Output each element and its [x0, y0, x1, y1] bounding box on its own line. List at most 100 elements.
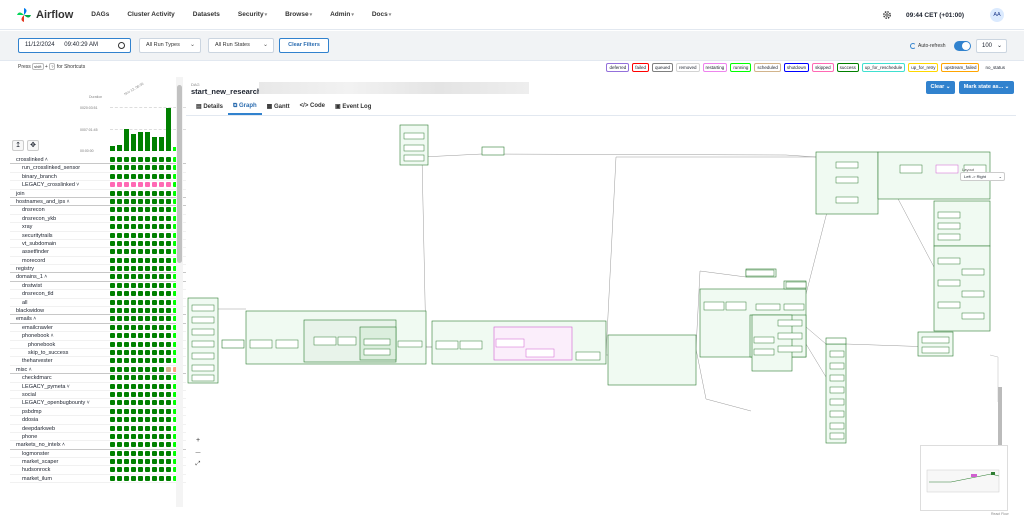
task-instance-cell[interactable]	[145, 274, 150, 280]
task-instance-cell[interactable]	[117, 408, 122, 414]
task-instance-cell[interactable]	[152, 459, 157, 465]
task-instance-cell[interactable]	[145, 450, 150, 456]
task-instance-cell[interactable]	[145, 291, 150, 297]
fit-view-button[interactable]: ⤢	[192, 459, 204, 470]
task-instance-cell[interactable]	[166, 383, 171, 389]
task-instance-cell[interactable]	[152, 266, 157, 272]
task-instance-cell[interactable]	[117, 375, 122, 381]
task-instance-cell[interactable]	[166, 408, 171, 414]
task-instance-cell[interactable]	[138, 433, 143, 439]
task-row[interactable]: ddosia	[10, 416, 186, 425]
task-instance-cell[interactable]	[159, 425, 164, 431]
task-instance-cell[interactable]	[110, 459, 115, 465]
task-instance-cell[interactable]	[124, 383, 129, 389]
task-instance-cell[interactable]	[110, 165, 115, 171]
task-instance-cell[interactable]	[138, 425, 143, 431]
task-instance-cell[interactable]	[131, 391, 136, 397]
task-instance-cell[interactable]	[110, 266, 115, 272]
task-instance-cell[interactable]	[110, 157, 115, 162]
task-instance-cell[interactable]	[138, 266, 143, 272]
task-row[interactable]: crosslinked ˄	[10, 156, 186, 165]
task-instance-cell[interactable]	[110, 282, 115, 288]
task-instance-cell[interactable]	[110, 316, 115, 322]
task-instance-cell[interactable]	[152, 375, 157, 381]
task-instance-cell[interactable]	[159, 274, 164, 280]
task-instance-cell[interactable]	[166, 266, 171, 272]
task-instance-cell[interactable]	[159, 475, 164, 481]
task-instance-cell[interactable]	[131, 299, 136, 305]
task-instance-cell[interactable]	[110, 207, 115, 213]
task-instance-cell[interactable]	[159, 282, 164, 288]
task-row[interactable]: domains_1 ˄	[10, 273, 186, 282]
tab-code[interactable]: </> Code	[295, 100, 330, 115]
user-avatar[interactable]: AA	[990, 8, 1004, 22]
clock-time[interactable]: 09:44 CET (+01:00)	[906, 12, 964, 19]
task-instance-cell[interactable]	[124, 282, 129, 288]
task-instance-cell[interactable]	[138, 450, 143, 456]
task-instance-cell[interactable]	[152, 215, 157, 221]
task-row[interactable]: misc ˄	[10, 366, 186, 375]
task-instance-cell[interactable]	[152, 433, 157, 439]
task-instance-cell[interactable]	[166, 459, 171, 465]
task-instance-cell[interactable]	[110, 190, 115, 196]
task-instance-cell[interactable]	[166, 316, 171, 322]
task-instance-cell[interactable]	[138, 215, 143, 221]
task-instance-cell[interactable]	[131, 442, 136, 448]
task-instance-cell[interactable]	[124, 190, 129, 196]
task-row[interactable]: dnsrecon_ykb	[10, 215, 186, 224]
task-instance-cell[interactable]	[166, 282, 171, 288]
task-row[interactable]: market_scaper	[10, 458, 186, 467]
task-row[interactable]: social	[10, 391, 186, 400]
task-instance-cell[interactable]	[145, 467, 150, 473]
task-instance-cell[interactable]	[138, 299, 143, 305]
task-instance-cell[interactable]	[159, 400, 164, 406]
task-instance-cell[interactable]	[159, 190, 164, 196]
legend-up-for-reschedule[interactable]: up_for_reschedule	[861, 63, 906, 72]
task-instance-cell[interactable]	[124, 366, 129, 372]
task-instance-cell[interactable]	[145, 308, 150, 314]
task-instance-cell[interactable]	[117, 224, 122, 230]
task-instance-cell[interactable]	[166, 232, 171, 238]
run-states-select[interactable]: All Run States ⌄	[208, 38, 274, 53]
task-instance-cell[interactable]	[138, 207, 143, 213]
task-instance-cell[interactable]	[166, 467, 171, 473]
task-instance-cell[interactable]	[124, 333, 129, 339]
task-instance-cell[interactable]	[124, 249, 129, 255]
task-instance-cell[interactable]	[159, 375, 164, 381]
task-instance-cell[interactable]	[117, 467, 122, 473]
task-instance-cell[interactable]	[117, 190, 122, 196]
task-row[interactable]: phonebook	[10, 341, 186, 349]
task-row[interactable]: theharvester	[10, 357, 186, 366]
task-instance-cell[interactable]	[152, 190, 157, 196]
nav-security[interactable]: Security▾	[238, 11, 267, 18]
task-instance-cell[interactable]	[131, 240, 136, 246]
task-instance-cell[interactable]	[138, 442, 143, 448]
task-instance-cell[interactable]	[145, 190, 150, 196]
task-row[interactable]: assetfinder	[10, 248, 186, 257]
task-instance-cell[interactable]	[152, 282, 157, 288]
task-instance-cell[interactable]	[152, 425, 157, 431]
task-instance-cell[interactable]	[159, 299, 164, 305]
task-instance-cell[interactable]	[124, 400, 129, 406]
task-instance-cell[interactable]	[138, 341, 143, 347]
task-instance-cell[interactable]	[124, 341, 129, 347]
task-instance-cell[interactable]	[117, 274, 122, 280]
task-instance-cell[interactable]	[138, 224, 143, 230]
task-instance-cell[interactable]	[152, 341, 157, 347]
task-instance-cell[interactable]	[138, 198, 143, 204]
nav-dags[interactable]: DAGs	[91, 11, 109, 18]
task-instance-cell[interactable]	[138, 165, 143, 171]
task-row[interactable]: LEGACY_openbugbounty ˅	[10, 399, 186, 408]
task-instance-cell[interactable]	[117, 282, 122, 288]
task-instance-cell[interactable]	[124, 157, 129, 162]
task-row[interactable]: emails ˄	[10, 315, 186, 324]
task-instance-cell[interactable]	[131, 207, 136, 213]
task-row[interactable]: emailcrawler	[10, 324, 186, 333]
task-instance-cell[interactable]	[145, 249, 150, 255]
task-row[interactable]: logmonster	[10, 450, 186, 459]
task-row[interactable]: securitytrails	[10, 232, 186, 240]
task-instance-cell[interactable]	[131, 165, 136, 171]
task-instance-cell[interactable]	[131, 274, 136, 280]
task-row[interactable]: join	[10, 190, 186, 198]
tab-graph[interactable]: ⧉ Graph	[228, 100, 262, 115]
